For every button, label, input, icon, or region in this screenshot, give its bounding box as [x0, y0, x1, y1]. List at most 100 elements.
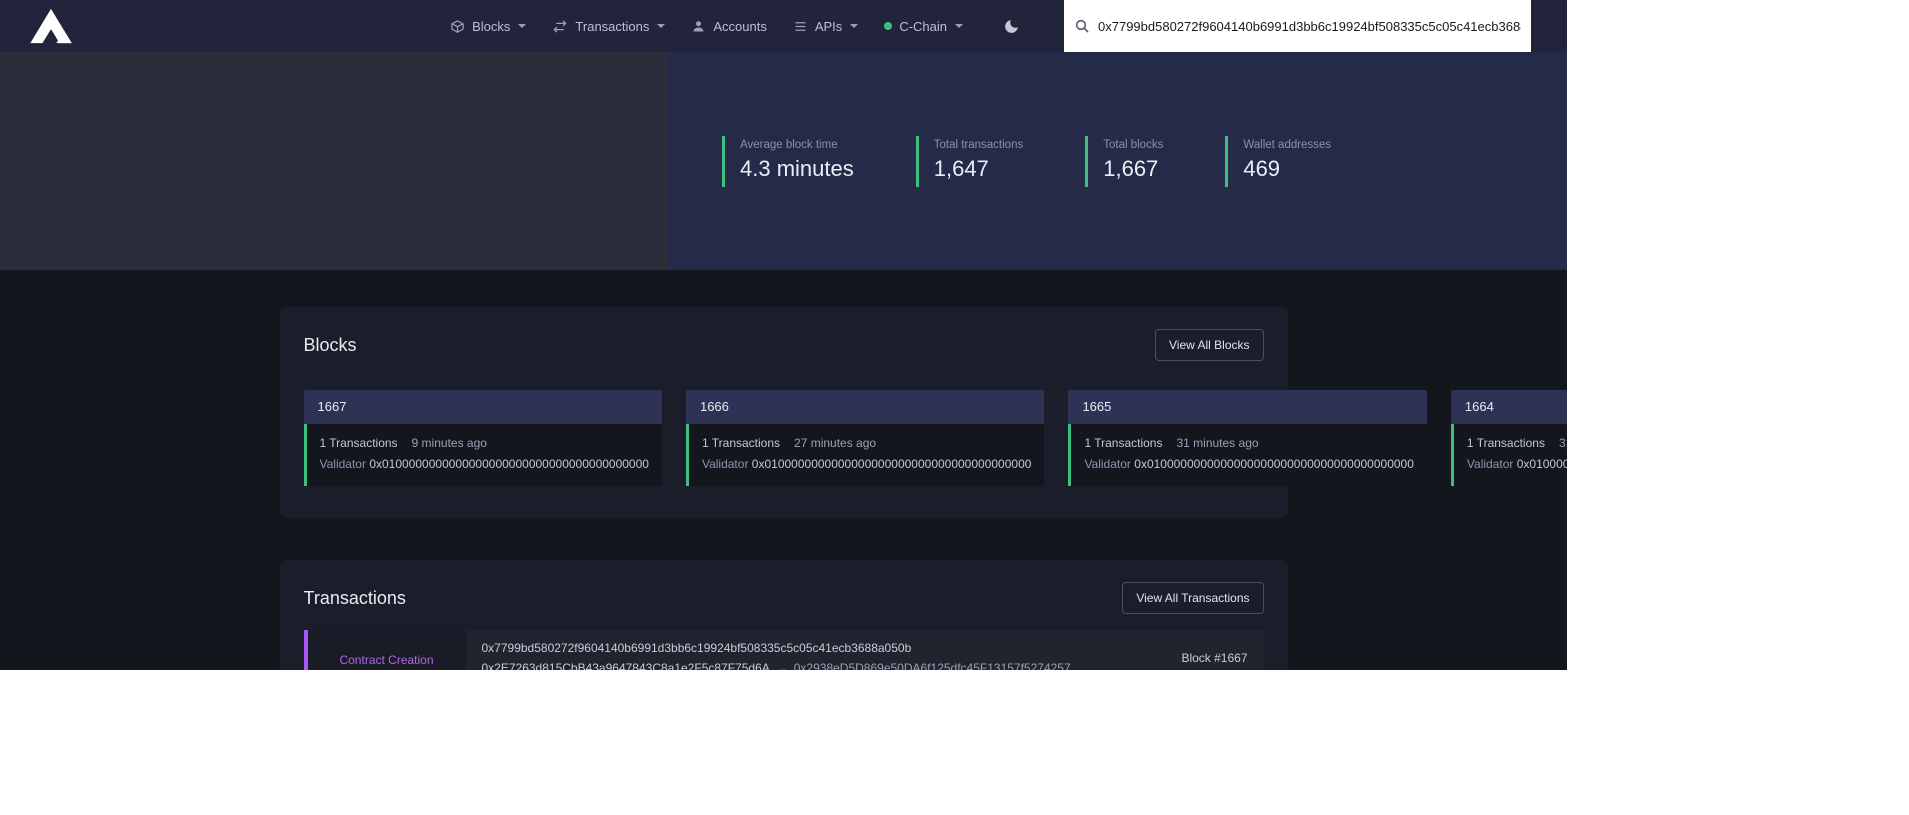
blocks-grid: 1667 1 Transactions 9 minutes ago Valida…: [304, 390, 1264, 486]
to-address-link[interactable]: 0x2938eD5D869e50DA6f125dfc45F13157f52742…: [794, 661, 1071, 670]
nav-blocks-label: Blocks: [472, 19, 510, 34]
validator-address: 0x01000000000000000000000000000000000000…: [369, 457, 649, 471]
validator-address: 0x01000000000000000000000000000000000000…: [752, 457, 1032, 471]
stat-label: Wallet addresses: [1243, 139, 1331, 151]
hero-left-panel: [0, 52, 668, 270]
stat-value: 1,647: [934, 156, 1024, 182]
validator-label: Validator: [702, 457, 748, 471]
block-body: 1 Transactions 27 minutes ago Validator …: [686, 424, 1044, 486]
nav-accounts-label: Accounts: [713, 19, 766, 34]
stat-average-block-time: Average block time 4.3 minutes: [722, 136, 854, 187]
search-input[interactable]: [1090, 19, 1521, 34]
block-summary: 1 Transactions 27 minutes ago: [702, 433, 1031, 454]
transaction-type-cell: Contract Creation Success: [304, 630, 466, 670]
transactions-section: Transactions View All Transactions Contr…: [280, 560, 1288, 670]
block-number[interactable]: 1664: [1451, 390, 1567, 424]
stat-value: 469: [1243, 156, 1331, 182]
avalanche-logo[interactable]: [28, 8, 74, 44]
list-icon: [793, 19, 808, 34]
block-card[interactable]: 1665 1 Transactions 31 minutes ago Valid…: [1068, 390, 1426, 486]
nav-apis-label: APIs: [815, 19, 842, 34]
chevron-down-icon: [955, 24, 963, 28]
transaction-details: 0x7799bd580272f9604140b6991d3bb6c19924bf…: [466, 630, 1094, 670]
transaction-row[interactable]: Contract Creation Success 0x7799bd580272…: [304, 630, 1264, 670]
hero-section: Average block time 4.3 minutes Total tra…: [0, 52, 1567, 270]
cube-icon: [450, 19, 465, 34]
stat-label: Total blocks: [1103, 139, 1163, 151]
top-navbar: Blocks Transactions Accounts: [0, 0, 1567, 52]
stat-value: 4.3 minutes: [740, 156, 854, 182]
person-icon: [691, 19, 706, 34]
transaction-hash-link[interactable]: 0x7799bd580272f9604140b6991d3bb6c19924bf…: [482, 641, 1078, 655]
transaction-meta: Block #1667 9 minutes ago: [1094, 630, 1264, 670]
nav-transactions[interactable]: Transactions: [552, 19, 665, 34]
view-all-blocks-button[interactable]: View All Blocks: [1155, 329, 1263, 361]
arrow-right-icon: →: [776, 661, 788, 670]
avalanche-logo-icon: [28, 8, 74, 44]
theme-toggle[interactable]: [1003, 18, 1020, 35]
blocks-section: Blocks View All Blocks 1667 1 Transactio…: [280, 307, 1288, 518]
blocks-section-title: Blocks: [304, 335, 357, 356]
block-summary: 1 Transactions 9 minutes ago: [320, 433, 649, 454]
block-summary: 1 Transactions 31 minutes ago: [1084, 433, 1413, 454]
transactions-section-title: Transactions: [304, 588, 406, 609]
block-number[interactable]: 1666: [686, 390, 1044, 424]
transaction-status-badge: Success: [364, 670, 409, 671]
nav-items: Blocks Transactions Accounts: [450, 0, 1567, 52]
block-time: 31 minutes ago: [1559, 433, 1567, 454]
block-body: 1 Transactions 9 minutes ago Validator 0…: [304, 424, 662, 486]
block-tx-count: 1 Transactions: [320, 433, 398, 454]
search-icon: [1074, 18, 1090, 34]
block-card[interactable]: 1664 1 Transactions 31 minutes ago Valid…: [1451, 390, 1567, 486]
block-validator-row: Validator 0x0100000000000000000000000000…: [320, 454, 649, 475]
chevron-down-icon: [657, 24, 665, 28]
search-box: [1064, 0, 1531, 52]
transaction-block-link[interactable]: Block #1667: [1181, 651, 1247, 665]
stat-total-blocks: Total blocks 1,667: [1085, 136, 1163, 187]
moon-icon: [1003, 18, 1020, 35]
block-summary: 1 Transactions 31 minutes ago: [1467, 433, 1567, 454]
block-validator-row: Validator 0x0100000000000000000000000000…: [1467, 454, 1567, 475]
block-number[interactable]: 1665: [1068, 390, 1426, 424]
block-tx-count: 1 Transactions: [1467, 433, 1545, 454]
validator-label: Validator: [320, 457, 366, 471]
transactions-section-header: Transactions View All Transactions: [304, 582, 1264, 614]
block-time: 27 minutes ago: [794, 433, 876, 454]
block-tx-count: 1 Transactions: [1084, 433, 1162, 454]
block-card[interactable]: 1666 1 Transactions 27 minutes ago Valid…: [686, 390, 1044, 486]
stat-label: Total transactions: [934, 139, 1024, 151]
validator-label: Validator: [1467, 457, 1513, 471]
block-body: 1 Transactions 31 minutes ago Validator …: [1068, 424, 1426, 486]
validator-address: 0x01000000000000000000000000000000000000…: [1517, 457, 1567, 471]
block-validator-row: Validator 0x0100000000000000000000000000…: [702, 454, 1031, 475]
stats-panel: Average block time 4.3 minutes Total tra…: [668, 52, 1567, 270]
chain-selector-label: C-Chain: [899, 19, 947, 34]
block-body: 1 Transactions 31 minutes ago Validator …: [1451, 424, 1567, 486]
nav-accounts[interactable]: Accounts: [691, 19, 766, 34]
chain-selector[interactable]: C-Chain: [884, 19, 963, 34]
block-tx-count: 1 Transactions: [702, 433, 780, 454]
stat-label: Average block time: [740, 139, 854, 151]
chevron-down-icon: [850, 24, 858, 28]
chain-status-dot-icon: [884, 22, 892, 30]
explorer-app: Blocks Transactions Accounts: [0, 0, 1567, 670]
block-number[interactable]: 1667: [304, 390, 662, 424]
block-time: 9 minutes ago: [412, 433, 487, 454]
swap-icon: [552, 19, 568, 34]
nav-apis[interactable]: APIs: [793, 19, 858, 34]
stat-wallet-addresses: Wallet addresses 469: [1225, 136, 1331, 187]
from-address-link[interactable]: 0x2E7263d815CbB43a9647843C8a1e2F5c87F75d…: [482, 661, 770, 670]
block-validator-row: Validator 0x0100000000000000000000000000…: [1084, 454, 1413, 475]
nav-transactions-label: Transactions: [575, 19, 649, 34]
chevron-down-icon: [518, 24, 526, 28]
blocks-section-header: Blocks View All Blocks: [304, 329, 1264, 361]
stat-value: 1,667: [1103, 156, 1163, 182]
stat-total-transactions: Total transactions 1,647: [916, 136, 1024, 187]
transaction-type: Contract Creation: [339, 653, 433, 667]
transaction-route: 0x2E7263d815CbB43a9647843C8a1e2F5c87F75d…: [482, 661, 1078, 670]
view-all-transactions-button[interactable]: View All Transactions: [1122, 582, 1263, 614]
validator-address: 0x01000000000000000000000000000000000000…: [1134, 457, 1414, 471]
nav-blocks[interactable]: Blocks: [450, 19, 526, 34]
validator-label: Validator: [1084, 457, 1130, 471]
block-card[interactable]: 1667 1 Transactions 9 minutes ago Valida…: [304, 390, 662, 486]
